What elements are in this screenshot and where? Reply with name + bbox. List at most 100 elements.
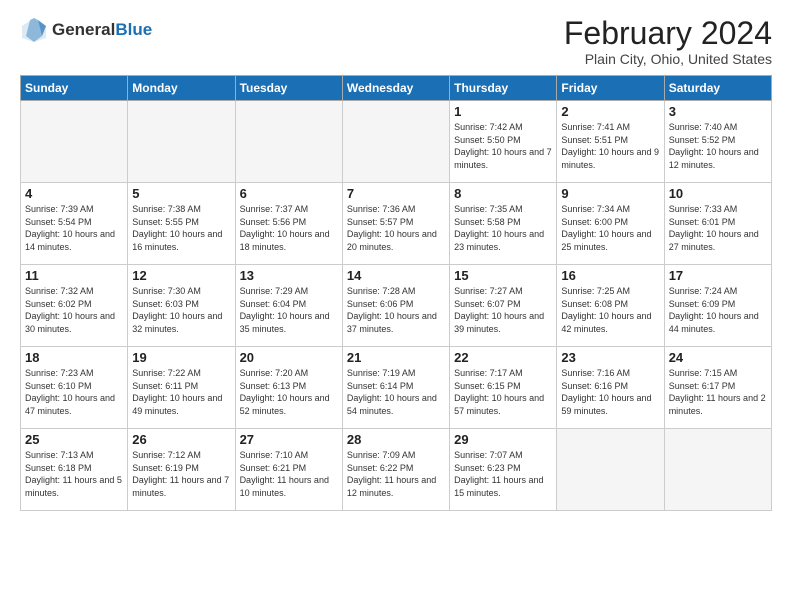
day-number: 10 [669,186,767,201]
calendar-week-2: 4 Sunrise: 7:39 AM Sunset: 5:54 PM Daylig… [21,183,772,265]
table-row [342,101,449,183]
logo-text: GeneralBlue [52,21,152,40]
day-number: 20 [240,350,338,365]
day-number: 9 [561,186,659,201]
table-row: 22Sunrise: 7:17 AM Sunset: 6:15 PM Dayli… [450,347,557,429]
day-number: 11 [25,268,123,283]
table-row: 12Sunrise: 7:30 AM Sunset: 6:03 PM Dayli… [128,265,235,347]
day-detail: Sunrise: 7:20 AM Sunset: 6:13 PM Dayligh… [240,367,338,417]
day-detail: Sunrise: 7:36 AM Sunset: 5:57 PM Dayligh… [347,203,445,253]
day-detail: Sunrise: 7:07 AM Sunset: 6:23 PM Dayligh… [454,449,552,499]
table-row: 14 Sunrise: 7:28 AM Sunset: 6:06 PM Dayli… [342,265,449,347]
table-row: 5 Sunrise: 7:38 AM Sunset: 5:55 PM Daylig… [128,183,235,265]
header: GeneralBlue February 2024 Plain City, Oh… [20,16,772,67]
day-detail: Sunrise: 7:27 AM Sunset: 6:07 PM Dayligh… [454,285,552,335]
table-row: 19Sunrise: 7:22 AM Sunset: 6:11 PM Dayli… [128,347,235,429]
day-number: 5 [132,186,230,201]
day-detail: Sunrise: 7:30 AM Sunset: 6:03 PM Dayligh… [132,285,230,335]
col-monday: Monday [128,76,235,101]
day-detail: Sunrise: 7:35 AM Sunset: 5:58 PM Dayligh… [454,203,552,253]
table-row: 17 Sunrise: 7:24 AM Sunset: 6:09 PM Dayli… [664,265,771,347]
table-row: 25 Sunrise: 7:13 AM Sunset: 6:18 PM Dayli… [21,429,128,511]
day-detail: Sunrise: 7:28 AM Sunset: 6:06 PM Dayligh… [347,285,445,335]
table-row: 23 Sunrise: 7:16 AM Sunset: 6:16 PM Dayli… [557,347,664,429]
table-row [21,101,128,183]
table-row: 9 Sunrise: 7:34 AM Sunset: 6:00 PM Daylig… [557,183,664,265]
day-number: 28 [347,432,445,447]
day-detail: Sunrise: 7:37 AM Sunset: 5:56 PM Dayligh… [240,203,338,253]
month-title: February 2024 [564,16,772,51]
day-number: 27 [240,432,338,447]
col-wednesday: Wednesday [342,76,449,101]
day-number: 4 [25,186,123,201]
table-row: 24Sunrise: 7:15 AM Sunset: 6:17 PM Dayli… [664,347,771,429]
col-saturday: Saturday [664,76,771,101]
day-number: 14 [347,268,445,283]
table-row [128,101,235,183]
day-number: 1 [454,104,552,119]
day-number: 18 [25,350,123,365]
day-number: 23 [561,350,659,365]
table-row [235,101,342,183]
table-row: 6Sunrise: 7:37 AM Sunset: 5:56 PM Daylig… [235,183,342,265]
calendar-week-1: 1 Sunrise: 7:42 AM Sunset: 5:50 PM Daylig… [21,101,772,183]
day-number: 21 [347,350,445,365]
logo-icon [20,16,48,44]
day-number: 7 [347,186,445,201]
day-number: 25 [25,432,123,447]
day-detail: Sunrise: 7:23 AM Sunset: 6:10 PM Dayligh… [25,367,123,417]
table-row [557,429,664,511]
calendar-body: 1 Sunrise: 7:42 AM Sunset: 5:50 PM Daylig… [21,101,772,511]
page: GeneralBlue February 2024 Plain City, Oh… [0,0,792,612]
table-row: 7 Sunrise: 7:36 AM Sunset: 5:57 PM Daylig… [342,183,449,265]
day-detail: Sunrise: 7:33 AM Sunset: 6:01 PM Dayligh… [669,203,767,253]
day-number: 16 [561,268,659,283]
table-row: 27 Sunrise: 7:10 AM Sunset: 6:21 PM Dayli… [235,429,342,511]
table-row: 21 Sunrise: 7:19 AM Sunset: 6:14 PM Dayli… [342,347,449,429]
col-friday: Friday [557,76,664,101]
table-row: 11 Sunrise: 7:32 AM Sunset: 6:02 PM Dayli… [21,265,128,347]
day-detail: Sunrise: 7:13 AM Sunset: 6:18 PM Dayligh… [25,449,123,499]
day-detail: Sunrise: 7:16 AM Sunset: 6:16 PM Dayligh… [561,367,659,417]
day-number: 13 [240,268,338,283]
day-detail: Sunrise: 7:10 AM Sunset: 6:21 PM Dayligh… [240,449,338,499]
day-detail: Sunrise: 7:19 AM Sunset: 6:14 PM Dayligh… [347,367,445,417]
day-number: 26 [132,432,230,447]
logo: GeneralBlue [20,16,152,44]
day-number: 2 [561,104,659,119]
table-row [664,429,771,511]
day-number: 15 [454,268,552,283]
calendar-header-row: Sunday Monday Tuesday Wednesday Thursday… [21,76,772,101]
table-row: 29 Sunrise: 7:07 AM Sunset: 6:23 PM Dayli… [450,429,557,511]
day-detail: Sunrise: 7:41 AM Sunset: 5:51 PM Dayligh… [561,121,659,171]
day-detail: Sunrise: 7:22 AM Sunset: 6:11 PM Dayligh… [132,367,230,417]
table-row: 20 Sunrise: 7:20 AM Sunset: 6:13 PM Dayli… [235,347,342,429]
table-row: 4 Sunrise: 7:39 AM Sunset: 5:54 PM Daylig… [21,183,128,265]
title-block: February 2024 Plain City, Ohio, United S… [564,16,772,67]
table-row: 16 Sunrise: 7:25 AM Sunset: 6:08 PM Dayli… [557,265,664,347]
day-detail: Sunrise: 7:42 AM Sunset: 5:50 PM Dayligh… [454,121,552,171]
table-row: 8 Sunrise: 7:35 AM Sunset: 5:58 PM Daylig… [450,183,557,265]
day-detail: Sunrise: 7:12 AM Sunset: 6:19 PM Dayligh… [132,449,230,499]
day-number: 22 [454,350,552,365]
day-detail: Sunrise: 7:40 AM Sunset: 5:52 PM Dayligh… [669,121,767,171]
day-number: 17 [669,268,767,283]
day-number: 24 [669,350,767,365]
day-detail: Sunrise: 7:38 AM Sunset: 5:55 PM Dayligh… [132,203,230,253]
day-detail: Sunrise: 7:34 AM Sunset: 6:00 PM Dayligh… [561,203,659,253]
location: Plain City, Ohio, United States [564,51,772,67]
table-row: 13 Sunrise: 7:29 AM Sunset: 6:04 PM Dayli… [235,265,342,347]
table-row: 28Sunrise: 7:09 AM Sunset: 6:22 PM Dayli… [342,429,449,511]
day-detail: Sunrise: 7:29 AM Sunset: 6:04 PM Dayligh… [240,285,338,335]
table-row: 10 Sunrise: 7:33 AM Sunset: 6:01 PM Dayli… [664,183,771,265]
day-number: 29 [454,432,552,447]
calendar-week-4: 18 Sunrise: 7:23 AM Sunset: 6:10 PM Dayli… [21,347,772,429]
col-tuesday: Tuesday [235,76,342,101]
day-detail: Sunrise: 7:32 AM Sunset: 6:02 PM Dayligh… [25,285,123,335]
table-row: 3Sunrise: 7:40 AM Sunset: 5:52 PM Daylig… [664,101,771,183]
table-row: 1 Sunrise: 7:42 AM Sunset: 5:50 PM Daylig… [450,101,557,183]
day-detail: Sunrise: 7:24 AM Sunset: 6:09 PM Dayligh… [669,285,767,335]
day-detail: Sunrise: 7:25 AM Sunset: 6:08 PM Dayligh… [561,285,659,335]
day-number: 8 [454,186,552,201]
day-detail: Sunrise: 7:39 AM Sunset: 5:54 PM Dayligh… [25,203,123,253]
